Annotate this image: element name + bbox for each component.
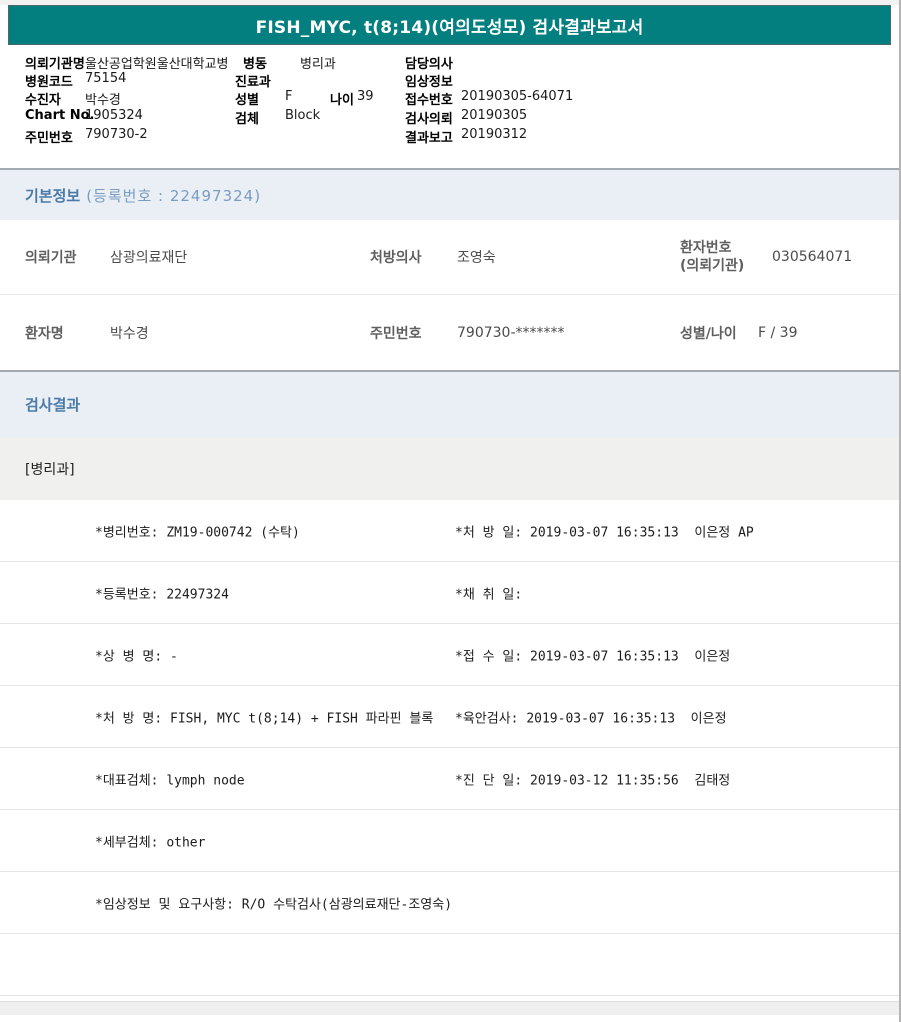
detail-row-main-specimen: *대표검체: lymph node *진 단 일: 2019-03-12 11:…	[0, 748, 899, 810]
report-title-bar: FISH_MYC, t(8;14)(여의도성모) 검사결과보고서	[8, 5, 891, 45]
detail-row-pathology-no: *병리번호: ZM19-000742 (수탁) *처 방 일: 2019-03-…	[0, 500, 899, 562]
value-ward: 병리과	[300, 57, 336, 72]
sub-specimen-text: *세부검체: other	[95, 835, 206, 850]
detail-row-diagnosis-name: *상 병 명: - *접 수 일: 2019-03-07 16:35:13 이은…	[0, 624, 899, 686]
label-receipt-no: 접수번호	[405, 93, 453, 108]
label-patient-no-line2: (의뢰기관)	[680, 258, 745, 274]
report-page: FISH_MYC, t(8;14)(여의도성모) 검사결과보고서 의뢰기관명 울…	[0, 0, 901, 1022]
header-row-3: 수진자 박수경 성별 F 나이 39 접수번호 20190305-64071	[0, 89, 899, 108]
order-name-text: *처 방 명: FISH, MYC t(8;14) + FISH 파라핀 블록	[95, 711, 434, 726]
pathology-no-text: *병리번호: ZM19-000742 (수탁)	[95, 525, 300, 540]
prescription-date-text: *처 방 일: 2019-03-07 16:35:13 이은정 AP	[455, 525, 754, 540]
detail-row-registration-no: *등록번호: 22497324 *채 취 일:	[0, 562, 899, 624]
label-prescribing-doctor: 처방의사	[370, 250, 422, 266]
diagnosis-date-text: *진 단 일: 2019-03-12 11:35:56 김태정	[455, 773, 731, 788]
value-referral-org-name: 울산공업학원울산대학교병	[85, 57, 229, 72]
label-clinic-dept: 진료과	[235, 75, 271, 90]
label-referral-org: 의뢰기관	[25, 250, 77, 266]
gross-exam-text: *육안검사: 2019-03-07 16:35:13 이은정	[455, 711, 727, 726]
label-patient-no: 환자번호 (의뢰기관)	[680, 239, 744, 275]
label-patient-name: 환자명	[25, 325, 64, 342]
value-result-report-date: 20190312	[461, 127, 528, 142]
basic-info-registration-no: (등록번호 : 22497324)	[86, 186, 262, 205]
table-row: 환자명 박수경 주민번호 790730-******* 성별/나이 F / 39	[0, 295, 899, 370]
value-resident-no-header: 790730-2	[85, 127, 148, 142]
receipt-date-text: *접 수 일: 2019-03-07 16:35:13 이은정	[455, 649, 731, 664]
result-detail-rows: *병리번호: ZM19-000742 (수탁) *처 방 일: 2019-03-…	[0, 500, 899, 996]
value-examinee: 박수경	[85, 93, 121, 108]
detail-row-sub-specimen: *세부검체: other	[0, 810, 899, 872]
diagnosis-name-text: *상 병 명: -	[95, 649, 178, 664]
value-sex: F	[285, 89, 293, 104]
value-patient-no: 030564071	[772, 249, 853, 265]
patient-header-block: 의뢰기관명 울산공업학원울산대학교병 병동 병리과 담당의사 병원코드 7515…	[0, 45, 899, 168]
value-prescribing-doctor: 조영숙	[457, 250, 496, 266]
header-row-1: 의뢰기관명 울산공업학원울산대학교병 병동 병리과 담당의사	[0, 53, 899, 72]
header-row-5: 주민번호 790730-2 결과보고 20190312	[0, 127, 899, 146]
value-specimen: Block	[285, 108, 321, 123]
value-resident-no: 790730-*******	[457, 324, 565, 341]
label-test-request-date: 검사의뢰	[405, 112, 453, 127]
detail-row-order-name: *처 방 명: FISH, MYC t(8;14) + FISH 파라핀 블록 …	[0, 686, 899, 748]
label-age: 나이	[330, 93, 354, 108]
clinical-request-text: *임상정보 및 요구사항: R/O 수탁검사(삼광의료재단-조영숙)	[95, 897, 453, 912]
value-patient-name: 박수경	[110, 325, 149, 342]
detail-row-clinical-request: *임상정보 및 요구사항: R/O 수탁검사(삼광의료재단-조영숙)	[0, 872, 899, 934]
basic-info-table: 의뢰기관 삼광의료재단 처방의사 조영숙 환자번호 (의뢰기관) 0305640…	[0, 220, 899, 370]
label-patient-no-line1: 환자번호	[680, 240, 732, 256]
basic-info-title: 기본정보	[25, 186, 81, 205]
value-test-request-date: 20190305	[461, 108, 528, 123]
value-sex-age: F / 39	[758, 324, 798, 341]
label-resident-no-header: 주민번호	[25, 131, 73, 146]
results-title: 검사결과	[25, 396, 81, 414]
results-section-header: 검사결과	[0, 370, 899, 437]
value-receipt-no: 20190305-64071	[461, 89, 574, 104]
value-referral-org: 삼광의료재단	[110, 250, 188, 266]
label-result-report-date: 결과보고	[405, 131, 453, 146]
detail-row-empty	[0, 934, 899, 996]
table-row: 의뢰기관 삼광의료재단 처방의사 조영숙 환자번호 (의뢰기관) 0305640…	[0, 220, 899, 295]
report-title: FISH_MYC, t(8;14)(여의도성모) 검사결과보고서	[255, 17, 644, 38]
main-specimen-text: *대표검체: lymph node	[95, 773, 245, 788]
department-row: [병리과]	[0, 437, 899, 500]
header-row-4: Chart No. 1905324 검체 Block 검사의뢰 20190305	[0, 108, 899, 127]
collection-date-text: *채 취 일:	[455, 587, 523, 602]
label-referral-org-name: 의뢰기관명	[25, 57, 85, 72]
label-resident-no: 주민번호	[370, 325, 422, 342]
label-attending-doctor: 담당의사	[405, 57, 453, 72]
label-sex-age: 성별/나이	[680, 325, 737, 342]
label-hospital-code: 병원코드	[25, 75, 73, 90]
basic-info-section-header: 기본정보 (등록번호 : 22497324)	[0, 168, 899, 220]
registration-no-text: *등록번호: 22497324	[95, 587, 229, 602]
label-clinical-info: 임상정보	[405, 75, 453, 90]
value-chart-no: 1905324	[85, 108, 143, 123]
bottom-strip	[0, 1001, 899, 1015]
department-label: [병리과]	[25, 461, 75, 478]
label-examinee: 수진자	[25, 93, 61, 108]
header-row-2: 병원코드 75154 진료과 임상정보	[0, 71, 899, 90]
value-age: 39	[357, 89, 374, 104]
label-ward: 병동	[243, 57, 267, 72]
value-hospital-code: 75154	[85, 71, 127, 86]
label-specimen: 검체	[235, 112, 259, 127]
label-sex: 성별	[235, 93, 259, 108]
